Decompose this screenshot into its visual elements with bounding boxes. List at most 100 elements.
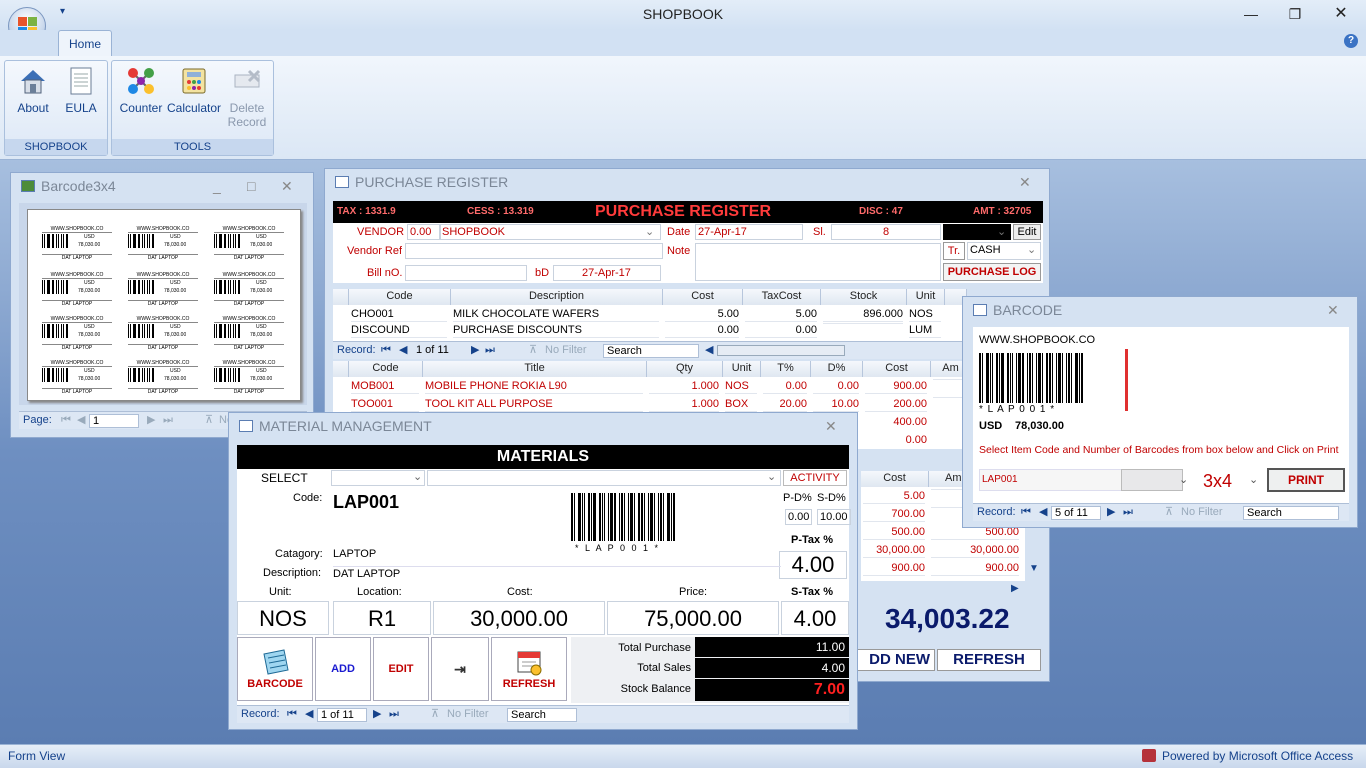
purchase-log-button[interactable]: PURCHASE LOG [943,263,1041,281]
vendor-ref-field[interactable] [405,243,663,259]
next-record-icon[interactable]: ▶ [373,706,381,723]
grid-cell[interactable]: CHO001 [351,307,447,322]
chevron-down-icon[interactable]: ⌄ [645,225,654,239]
grid-cell[interactable]: MOB001 [351,379,419,394]
grid-cell[interactable]: MOBILE PHONE ROKIA L90 [425,379,643,394]
grid-cell[interactable]: 400.00 [865,415,927,429]
print-button[interactable]: PRINT [1267,468,1345,492]
help-icon[interactable]: ? [1344,34,1358,48]
counter-button[interactable]: Counter [116,65,166,115]
last-record-icon[interactable]: ⏭ [389,706,399,723]
first-page-icon[interactable]: ⏮ [61,412,71,429]
eula-button[interactable]: EULA [59,65,103,115]
grid-cell[interactable]: 5.00 [863,489,925,504]
chevron-down-icon[interactable]: ⌄ [1027,243,1036,257]
grid-cell[interactable]: 0.00 [745,323,817,338]
grid-header[interactable]: Cost [863,361,931,377]
grid-cell[interactable]: 896.000 [823,307,903,322]
vendor-select[interactable]: SHOPBOOK [439,224,661,240]
restore-icon[interactable]: ❐ [1280,4,1310,24]
grid-cell[interactable]: 30,000.00 [863,543,925,558]
grid-header[interactable]: Code [349,361,423,377]
layout-select[interactable]: 3x4 [1203,470,1232,492]
select-field[interactable] [331,470,425,486]
grid-cell[interactable]: 900.00 [865,379,927,394]
grid-cell[interactable]: 700.00 [863,507,925,522]
bill-date-field[interactable]: 27-Apr-17 [553,265,661,281]
grid-header[interactable]: Stock [821,289,907,305]
scroll-left-icon[interactable]: ◀ [705,342,713,359]
grid-cell[interactable]: 500.00 [863,525,925,540]
calculator-button[interactable]: Calculator [166,65,222,115]
grid-cell[interactable]: 0.00 [763,379,807,394]
cost-field[interactable]: 30,000.00 [433,601,605,635]
chevron-down-icon[interactable]: ⌄ [997,225,1006,239]
purchase-title[interactable]: PURCHASE REGISTER [325,169,1049,195]
grid-cell[interactable]: 20.00 [763,397,807,412]
minimize-icon[interactable]: — [1236,4,1266,24]
grid-cell[interactable]: 30,000.00 [931,543,1019,558]
grid-cell[interactable]: 5.00 [665,307,739,322]
unit-field[interactable]: NOS [237,601,329,635]
item-code-dropdown[interactable] [1121,469,1183,491]
grid-cell[interactable]: 1.000 [649,397,719,412]
chevron-down-icon[interactable]: ⌄ [767,470,776,484]
next-record-icon[interactable]: ▶ [471,342,479,359]
minimize-icon[interactable]: _ [213,178,221,194]
search-input[interactable]: Search [507,708,577,722]
add-new-button[interactable]: DD NEW [851,649,935,671]
edit-button[interactable]: Edit [1013,224,1041,240]
grid-header[interactable]: TaxCost [743,289,821,305]
last-record-icon[interactable]: ⏭ [485,342,495,359]
note-field[interactable] [695,243,941,281]
chevron-down-icon[interactable]: ⌄ [413,470,422,484]
chevron-down-icon[interactable]: ⌄ [1249,473,1258,487]
grid-header[interactable]: Code [349,289,451,305]
date-field[interactable]: 27-Apr-17 [695,224,803,240]
serial-field[interactable]: 8 [831,224,941,240]
stax-field[interactable]: 4.00 [781,601,849,635]
next-record-icon[interactable]: ▶ [1107,504,1115,521]
prev-page-icon[interactable]: ◀ [77,412,85,429]
first-record-icon[interactable]: ⏮ [381,342,391,359]
search-input[interactable]: Search [603,344,699,358]
scroll-right-icon[interactable]: ▶ [1011,583,1019,594]
next-page-icon[interactable]: ▶ [147,412,155,429]
grid-cell[interactable]: TOOL KIT ALL PURPOSE [425,397,643,412]
close-icon[interactable]: ✕ [1019,174,1031,191]
quick-access-dropdown-icon[interactable]: ▾ [60,6,65,17]
grid-cell[interactable]: 900.00 [863,561,925,576]
location-field[interactable]: R1 [333,601,431,635]
pd-field[interactable]: 0.00 [785,509,813,525]
close-icon[interactable]: ✕ [825,418,837,435]
close-icon[interactable]: ✕ [1326,4,1356,24]
grid-cell[interactable]: 0.00 [865,433,927,447]
grid-header[interactable]: Title [423,361,647,377]
grid-cell[interactable] [823,323,903,324]
last-page-icon[interactable]: ⏭ [163,412,173,429]
prev-record-icon[interactable]: ◀ [305,706,313,723]
grid-header[interactable]: Description [451,289,663,305]
description-value[interactable]: DAT LAPTOP [333,566,781,581]
grid-selector[interactable] [333,361,349,377]
grid-header[interactable]: D% [811,361,863,377]
search-input[interactable]: Search [1243,506,1339,520]
grid-cell[interactable]: 0.00 [813,379,859,394]
grid-header[interactable]: Qty [647,361,723,377]
tab-home[interactable]: Home [58,30,112,57]
close-icon[interactable]: ✕ [1327,302,1339,319]
grid-cell[interactable]: 5.00 [745,307,817,322]
grid-cell[interactable]: NOS [725,379,757,394]
grid-header[interactable]: Cost [663,289,743,305]
delete-record-button[interactable]: Delete Record [224,65,270,129]
about-button[interactable]: About [11,65,55,115]
ptax-field[interactable]: 4.00 [779,551,847,579]
first-record-icon[interactable]: ⏮ [287,706,297,723]
barcode3x4-title[interactable]: Barcode3x4 [11,173,313,199]
horizontal-scrollbar[interactable] [717,345,845,356]
chevron-down-icon[interactable]: ⌄ [1179,473,1188,487]
first-record-icon[interactable]: ⏮ [1021,504,1031,521]
grid-selector[interactable] [333,289,349,305]
grid-cell[interactable]: NOS [909,307,941,322]
scroll-down-icon[interactable]: ▼ [1029,563,1039,574]
